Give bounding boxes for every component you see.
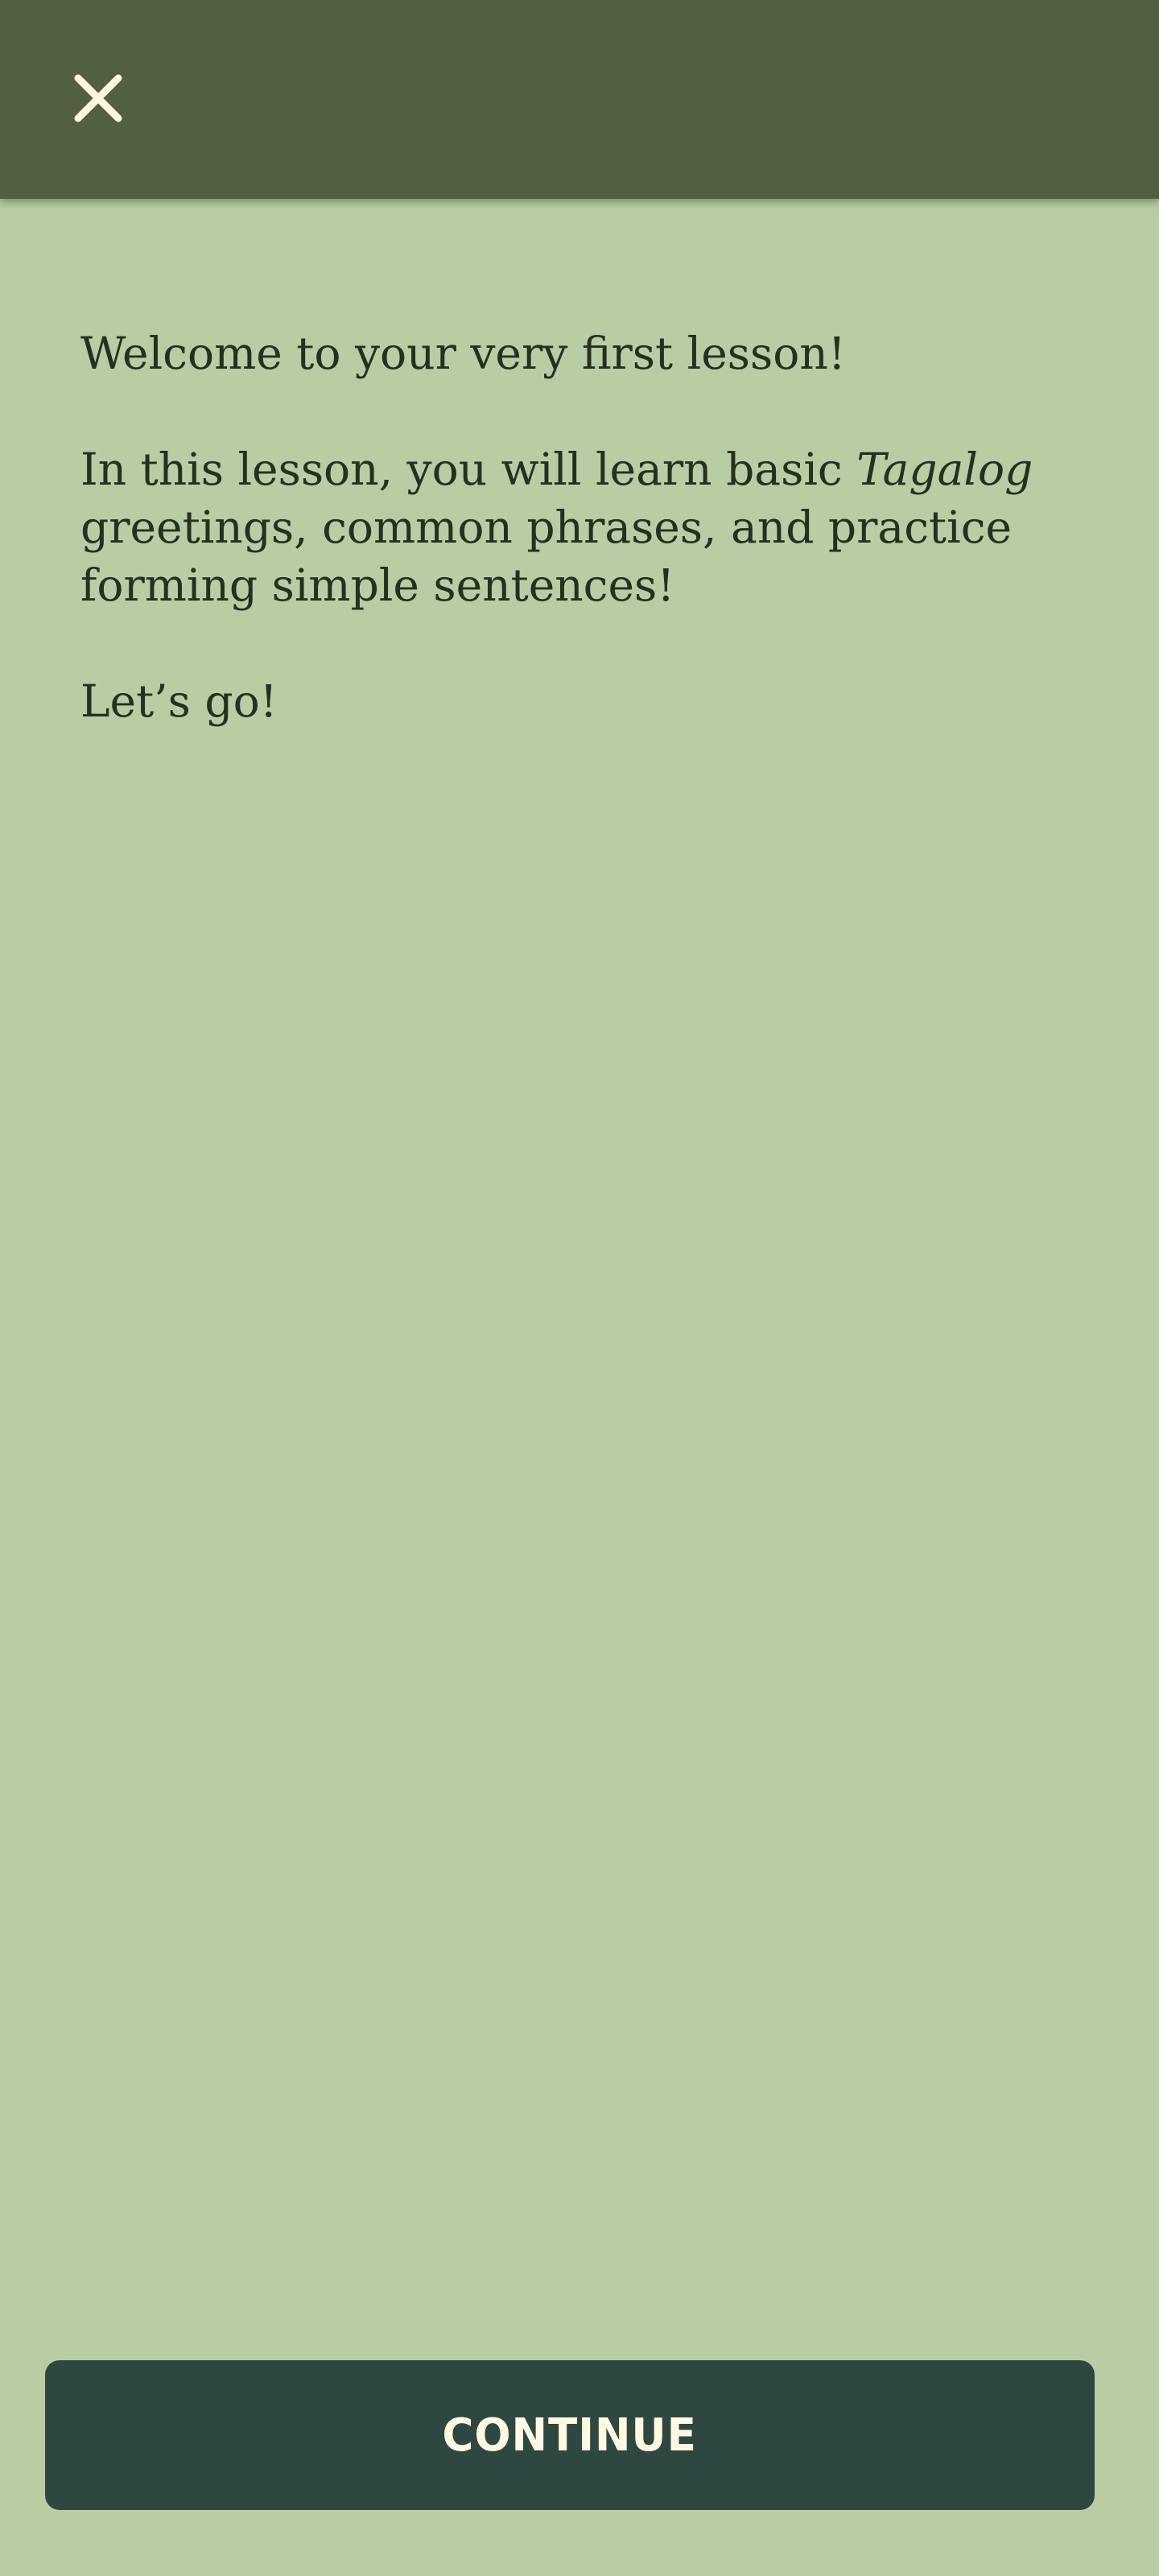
continue-button[interactable]: CONTINUE bbox=[45, 2360, 1095, 2510]
continue-button-label: CONTINUE bbox=[442, 2409, 698, 2462]
close-button[interactable] bbox=[60, 60, 137, 137]
close-icon bbox=[70, 70, 126, 126]
welcome-text: Welcome to your very first lesson! bbox=[80, 328, 846, 379]
closing-text: Let’s go! bbox=[80, 675, 278, 727]
lesson-description: In this lesson, you will learn basic Tag… bbox=[80, 440, 1079, 614]
language-name: Tagalog bbox=[856, 444, 1033, 495]
app-bar bbox=[0, 0, 1159, 199]
description-suffix: greetings, common phrases, and practice … bbox=[80, 502, 1013, 611]
description-prefix: In this lesson, you will learn basic bbox=[80, 444, 857, 495]
lesson-intro: Welcome to your very first lesson! In th… bbox=[80, 324, 1079, 730]
